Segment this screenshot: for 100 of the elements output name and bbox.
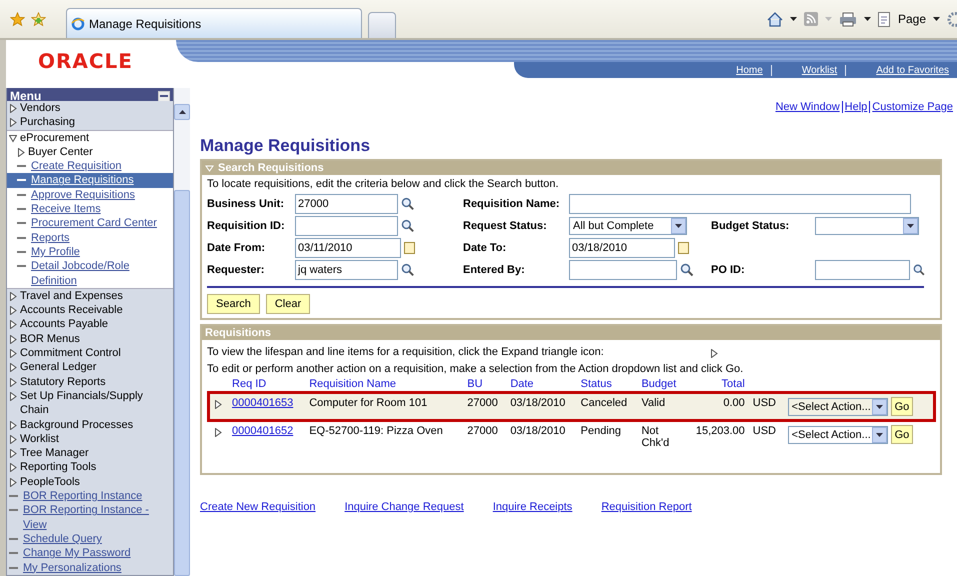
menu-link[interactable]: My Personalizations — [7, 560, 173, 575]
collapsed-triangle-icon[interactable] — [214, 400, 222, 409]
footer-link[interactable]: Create New Requisition — [200, 501, 316, 513]
menu-folder[interactable]: Accounts Receivable — [7, 303, 173, 318]
footer-link[interactable]: Inquire Receipts — [492, 501, 572, 513]
collapsed-triangle-icon[interactable] — [9, 392, 17, 401]
clear-button[interactable]: Clear — [266, 294, 310, 314]
collapsed-triangle-icon[interactable] — [9, 118, 17, 128]
collapsed-triangle-icon[interactable] — [9, 334, 17, 344]
add-favorite-icon[interactable] — [31, 12, 46, 26]
column-header[interactable]: Total — [685, 377, 749, 392]
caret-icon[interactable] — [933, 17, 940, 21]
collapsed-triangle-icon[interactable] — [710, 349, 718, 358]
menu-folder[interactable]: Commitment Control — [7, 346, 173, 360]
caret-icon[interactable] — [864, 17, 871, 21]
text-field[interactable] — [295, 216, 398, 236]
dropdown[interactable] — [815, 217, 919, 235]
search-icon[interactable] — [912, 263, 925, 277]
search-icon[interactable] — [401, 219, 415, 233]
menu-folder[interactable]: Worklist — [7, 432, 173, 446]
collapsed-triangle-icon[interactable] — [9, 363, 17, 372]
favorites-star-icon[interactable] — [10, 12, 25, 26]
calendar-icon[interactable] — [678, 242, 689, 254]
text-field[interactable]: 27000 — [295, 194, 398, 214]
column-header[interactable]: Req ID — [228, 377, 306, 392]
menu-link[interactable]: BOR Reporting Instance — [7, 489, 173, 504]
column-header[interactable]: Budget — [637, 377, 686, 392]
scroll-up-button[interactable] — [174, 104, 190, 120]
menu-link[interactable]: Schedule Query — [7, 532, 173, 546]
action-dropdown[interactable]: <Select Action... — [788, 426, 888, 444]
footer-link[interactable]: Inquire Change Request — [344, 501, 464, 513]
footer-link[interactable]: Requisition Report — [601, 501, 692, 513]
collapsed-triangle-icon[interactable] — [9, 478, 17, 487]
header-link[interactable]: Help — [844, 101, 868, 113]
collapsed-triangle-icon[interactable] — [9, 449, 17, 458]
collapsed-triangle-icon[interactable] — [9, 420, 17, 430]
menu-folder[interactable]: Travel and Expenses — [7, 288, 173, 304]
browser-tab[interactable]: Manage Requisitions — [66, 8, 362, 38]
column-header[interactable]: Status — [576, 377, 638, 392]
menu-folder[interactable]: General Ledger — [7, 360, 173, 375]
gear-icon[interactable] — [947, 12, 957, 26]
collapse-icon[interactable] — [158, 90, 170, 102]
header-link[interactable]: New Window — [775, 101, 840, 113]
column-header[interactable]: Requisition Name — [305, 377, 464, 392]
collapsed-triangle-icon[interactable] — [9, 306, 17, 316]
menu-folder[interactable]: BOR Menus — [7, 332, 173, 346]
menu-link[interactable]: Procurement Card Center — [7, 216, 173, 231]
column-header[interactable]: BU — [463, 377, 506, 392]
search-icon[interactable] — [680, 263, 694, 277]
home-icon[interactable] — [766, 12, 783, 26]
text-field[interactable] — [569, 194, 911, 214]
collapsed-triangle-icon[interactable] — [17, 148, 25, 157]
menu-link[interactable]: Change My Password — [7, 546, 173, 560]
nav-link[interactable]: Worklist — [770, 64, 846, 76]
collapsed-triangle-icon[interactable] — [9, 292, 17, 301]
menu-link[interactable]: Create Requisition — [7, 159, 173, 174]
collapsed-triangle-icon[interactable] — [9, 378, 17, 387]
collapsed-triangle-icon[interactable] — [214, 428, 222, 437]
menu-folder[interactable]: eProcurement — [7, 130, 173, 145]
go-button[interactable]: Go — [890, 425, 914, 444]
text-field[interactable]: jq waters — [295, 260, 398, 280]
page-menu[interactable]: Page — [898, 12, 926, 26]
date-field[interactable]: 03/18/2010 — [569, 238, 675, 258]
menu-folder[interactable]: Statutory Reports — [7, 374, 173, 389]
menu-link[interactable]: Reports — [7, 230, 173, 245]
menu-link[interactable]: Approve Requisitions — [7, 188, 173, 202]
menu-folder[interactable]: Tree Manager — [7, 446, 173, 460]
menu-link[interactable]: BOR Reporting Instance - View — [7, 503, 173, 532]
collapsed-triangle-icon[interactable] — [9, 349, 17, 358]
print-icon[interactable] — [838, 12, 857, 26]
menu-folder[interactable]: Buyer Center — [7, 144, 173, 160]
date-field[interactable]: 03/11/2010 — [295, 238, 401, 258]
collapsed-triangle-icon[interactable] — [9, 320, 17, 330]
expanded-triangle-icon[interactable] — [9, 134, 17, 143]
menu-folder[interactable]: Vendors — [7, 101, 173, 116]
calendar-icon[interactable] — [404, 242, 415, 254]
nav-link[interactable]: Home — [706, 64, 771, 76]
collapsed-triangle-icon[interactable] — [9, 434, 17, 444]
go-button[interactable]: Go — [890, 397, 914, 416]
search-button[interactable]: Search — [207, 294, 260, 314]
search-icon[interactable] — [401, 197, 415, 211]
collapsed-triangle-icon[interactable] — [9, 463, 17, 472]
search-icon[interactable] — [401, 263, 415, 277]
menu-folder[interactable]: Background Processes — [7, 418, 173, 432]
text-field[interactable] — [569, 260, 677, 280]
menu-folder[interactable]: Purchasing — [7, 115, 173, 130]
menu-folder[interactable]: Reporting Tools — [7, 460, 173, 475]
column-header[interactable]: Date — [506, 377, 577, 392]
scrollbar[interactable] — [174, 88, 190, 576]
header-link[interactable]: Customize Page — [872, 101, 953, 113]
menu-link[interactable]: My Profile — [7, 244, 173, 260]
req-id-link[interactable]: 0000401652 — [232, 425, 294, 437]
collapsed-triangle-icon[interactable] — [9, 104, 17, 113]
req-id-link[interactable]: 0000401653 — [232, 397, 294, 409]
menu-link[interactable]: Detail Jobcode/Role Definition — [7, 259, 173, 288]
text-field[interactable] — [815, 260, 910, 280]
caret-icon[interactable] — [790, 17, 797, 21]
dropdown[interactable]: All but Complete — [569, 217, 687, 235]
menu-folder[interactable]: Set Up Financials/Supply Chain — [7, 388, 173, 418]
nav-link[interactable]: Add to Favorites — [845, 64, 957, 76]
